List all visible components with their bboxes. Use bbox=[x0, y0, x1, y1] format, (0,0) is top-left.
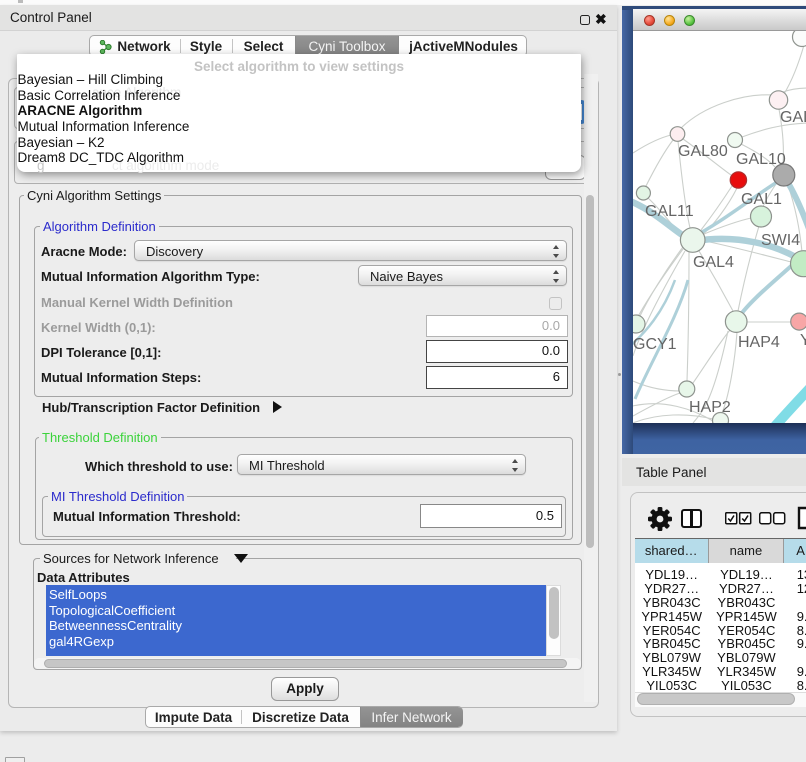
svg-text:SWI4: SWI4 bbox=[761, 232, 800, 249]
svg-text:GAL10: GAL10 bbox=[736, 151, 786, 168]
svg-text:GAL11: GAL11 bbox=[645, 203, 694, 220]
svg-text:GAL4: GAL4 bbox=[693, 254, 734, 271]
svg-text:GAL7: GAL7 bbox=[780, 109, 806, 126]
svg-text:Y: Y bbox=[800, 332, 806, 349]
svg-text:GCY1: GCY1 bbox=[633, 336, 677, 353]
svg-text:HAP4: HAP4 bbox=[738, 334, 780, 351]
svg-text:GAL80: GAL80 bbox=[678, 143, 728, 160]
svg-text:HAP2: HAP2 bbox=[689, 399, 731, 416]
svg-text:GAL1: GAL1 bbox=[741, 191, 782, 208]
